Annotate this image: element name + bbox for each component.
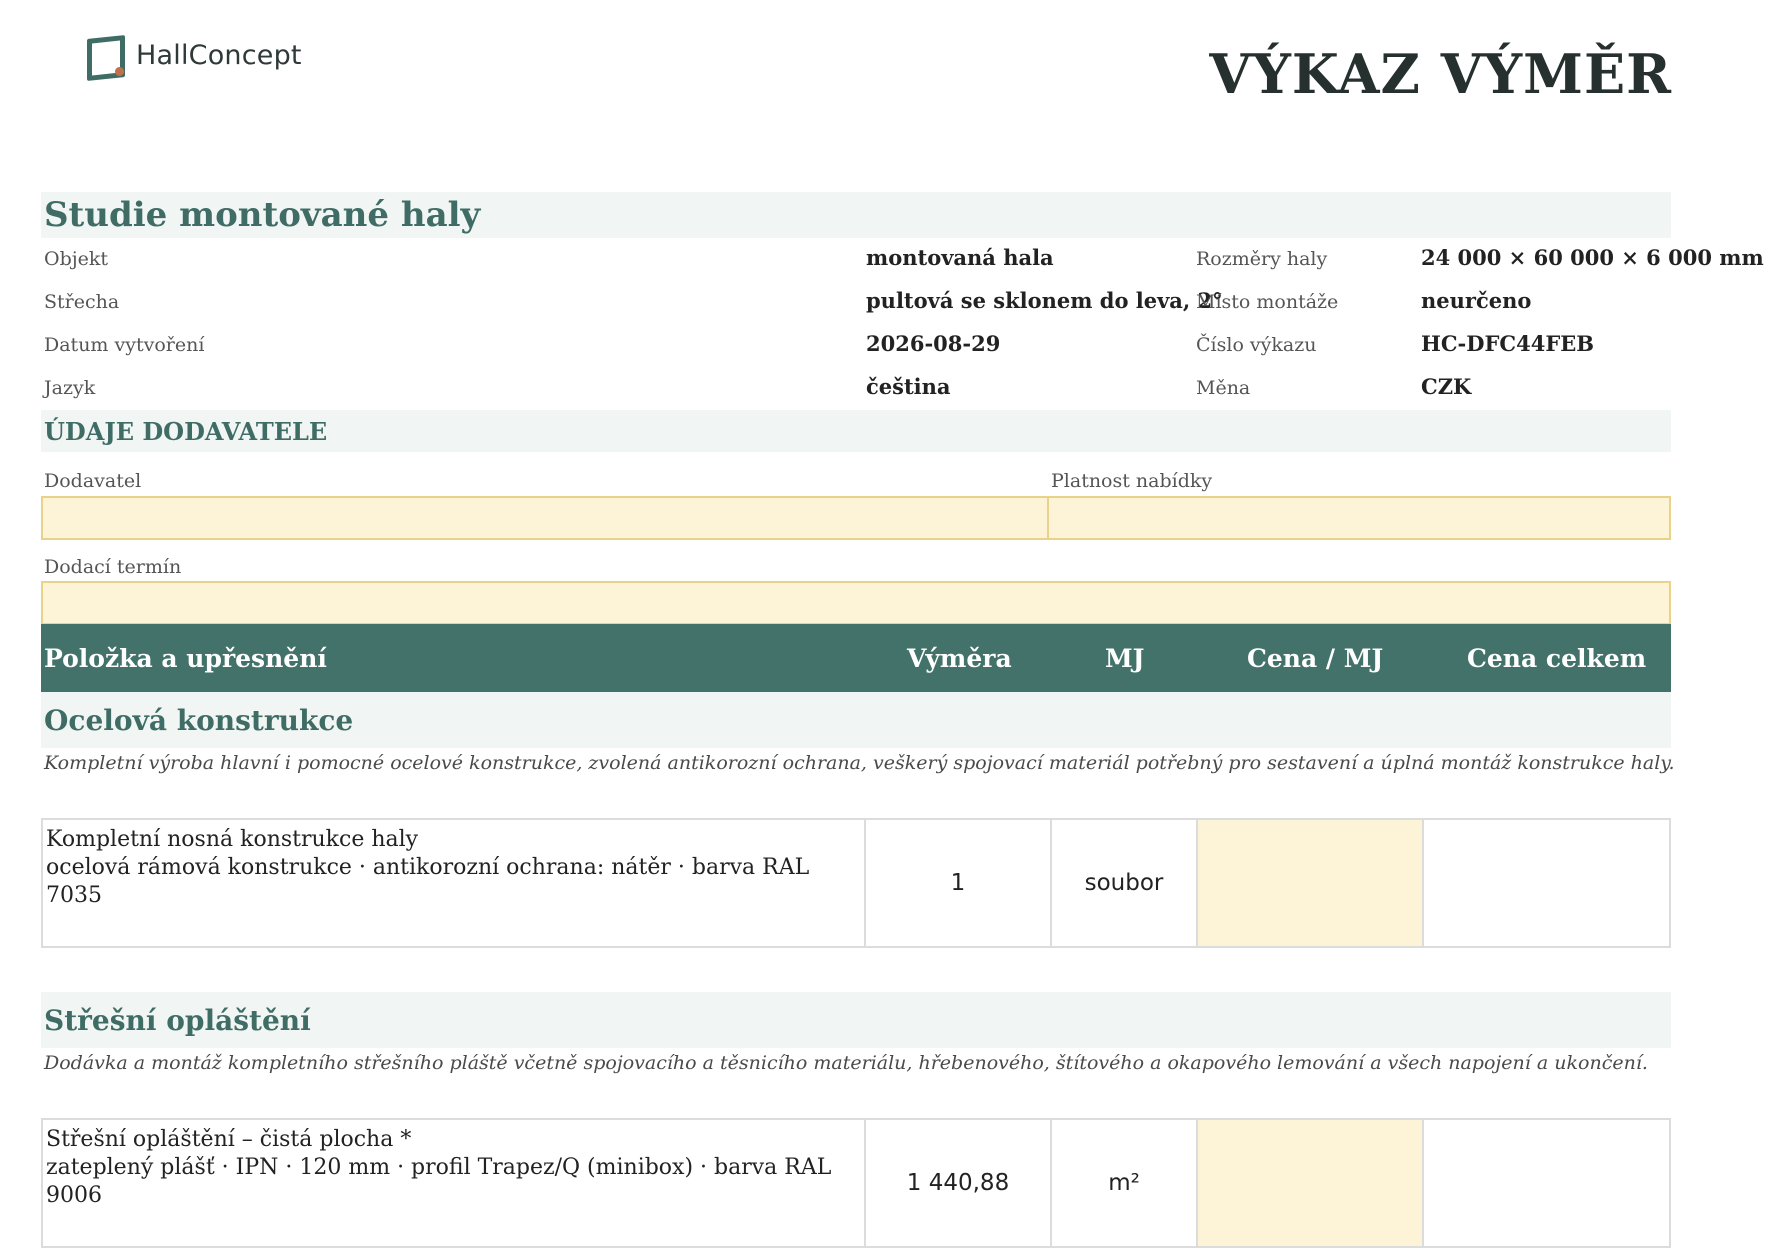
project-info: Objekt montovaná hala Rozměry haly 24 00… [41, 238, 1764, 410]
column-header-unit: MJ [1105, 644, 1145, 673]
info-value: montovaná hala [866, 245, 1054, 270]
info-value: čeština [866, 374, 951, 399]
info-row-objekt: Objekt montovaná hala Rozměry haly 24 00… [41, 238, 1764, 281]
brand-logo: HallConcept [84, 34, 302, 81]
info-row-jazyk: Jazyk čeština Měna CZK [41, 367, 1741, 410]
unit-price-input[interactable] [1198, 820, 1424, 946]
category-title: Ocelová konstrukce [44, 704, 354, 737]
document-title: VÝKAZ VÝMĚR [1209, 42, 1672, 106]
category-title: Střešní opláštění [44, 1004, 311, 1037]
info-label: Střecha [44, 291, 120, 313]
info-label: Objekt [44, 248, 109, 270]
info-value: 24 000 × 60 000 × 6 000 mm [1421, 245, 1764, 270]
project-title: Studie montované haly [41, 192, 1671, 238]
info-row-datum: Datum vytvoření 2026-08-29 Číslo výkazu … [41, 324, 1741, 367]
item-spec: ocelová rámová konstrukce · antikorozní … [46, 855, 810, 908]
item-quantity: 1 440,88 [866, 1120, 1052, 1246]
category-description: Dodávka a montáž kompletního střešního p… [44, 1052, 1648, 1074]
category-description: Kompletní výroba hlavní i pomocné ocelov… [44, 752, 1675, 774]
info-label: Místo montáže [1196, 291, 1339, 313]
brand-name: HallConcept [136, 39, 302, 71]
info-row-strecha: Střecha pultová se sklonem do leva, 2° M… [41, 281, 1741, 324]
table-row: Kompletní nosná konstrukce haly ocelová … [41, 818, 1671, 948]
validity-label: Platnost nabídky [1051, 470, 1213, 492]
delivery-label: Dodací termín [44, 556, 182, 578]
table-header: Položka a upřesnění Výměra MJ Cena / MJ … [41, 624, 1671, 692]
info-value: HC-DFC44FEB [1421, 331, 1594, 356]
supplier-input[interactable] [41, 496, 1049, 540]
category-steel: Ocelová konstrukce [41, 692, 1671, 748]
item-title: Kompletní nosná konstrukce haly [46, 827, 419, 852]
supplier-heading: ÚDAJE DODAVATELE [41, 410, 1671, 452]
validity-input[interactable] [1047, 496, 1671, 540]
item-quantity: 1 [866, 820, 1052, 946]
column-header-unit-price: Cena / MJ [1247, 644, 1384, 673]
hallconcept-logo-icon [84, 34, 125, 81]
info-label: Měna [1196, 377, 1251, 399]
unit-price-input[interactable] [1198, 1120, 1424, 1246]
info-label: Číslo výkazu [1196, 334, 1317, 356]
info-label: Datum vytvoření [44, 334, 205, 356]
project-block: Studie montované haly Objekt montovaná h… [41, 192, 1764, 410]
column-header-quantity: Výměra [907, 644, 1012, 673]
item-spec: zateplený plášť · IPN · 120 mm · profil … [46, 1155, 832, 1208]
item-total [1424, 820, 1669, 946]
supplier-label: Dodavatel [44, 470, 142, 492]
info-value: 2026-08-29 [866, 331, 1001, 356]
item-total [1424, 1120, 1669, 1246]
category-roof: Střešní opláštění [41, 992, 1671, 1048]
item-unit: soubor [1052, 820, 1198, 946]
info-value: pultová se sklonem do leva, 2° [866, 288, 1223, 313]
info-label: Jazyk [44, 377, 96, 399]
delivery-input[interactable] [41, 581, 1671, 625]
item-unit: m² [1052, 1120, 1198, 1246]
info-value: CZK [1421, 374, 1472, 399]
item-title: Střešní opláštění – čistá plocha * [46, 1127, 412, 1152]
item-description: Kompletní nosná konstrukce haly ocelová … [43, 820, 866, 946]
column-header-total: Cena celkem [1467, 644, 1647, 673]
info-value: neurčeno [1421, 288, 1532, 313]
table-row: Střešní opláštění – čistá plocha * zatep… [41, 1118, 1671, 1248]
info-label: Rozměry haly [1196, 248, 1328, 270]
column-header-item: Položka a upřesnění [44, 644, 327, 673]
item-description: Střešní opláštění – čistá plocha * zatep… [43, 1120, 866, 1246]
